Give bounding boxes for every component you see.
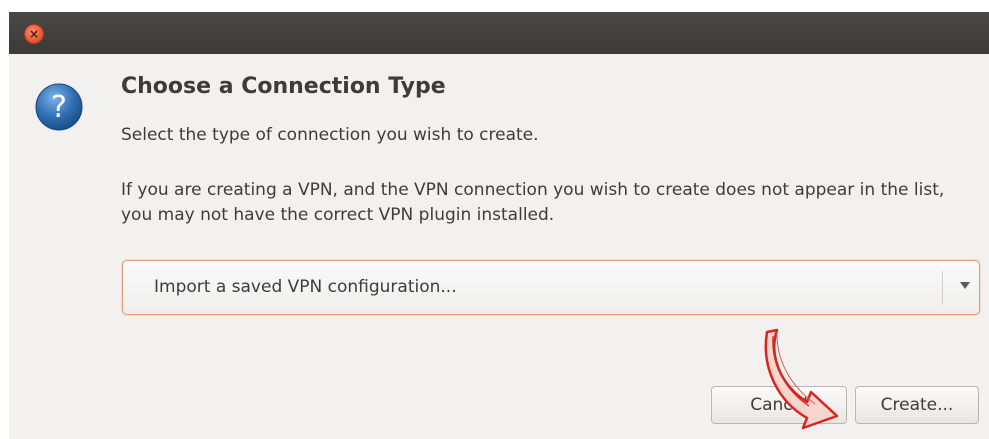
combo-separator xyxy=(942,271,943,305)
create-button[interactable]: Create... xyxy=(855,386,979,424)
connection-type-selected: Import a saved VPN configuration... xyxy=(154,277,457,297)
dialog-subtext: Select the type of connection you wish t… xyxy=(121,125,539,145)
svg-text:?: ? xyxy=(51,90,67,125)
close-icon[interactable]: × xyxy=(24,24,44,44)
dialog-window: × ? Choose a Connection Type Select the … xyxy=(9,12,989,439)
dropdown-arrow-icon[interactable] xyxy=(960,282,970,289)
question-icon: ? xyxy=(35,83,83,131)
titlebar[interactable]: × xyxy=(9,12,989,54)
dialog-info-text: If you are creating a VPN, and the VPN c… xyxy=(121,180,945,225)
cancel-button[interactable]: Cancel xyxy=(711,386,847,424)
dialog-heading: Choose a Connection Type xyxy=(121,74,446,99)
connection-type-select[interactable]: Import a saved VPN configuration... xyxy=(122,260,980,315)
